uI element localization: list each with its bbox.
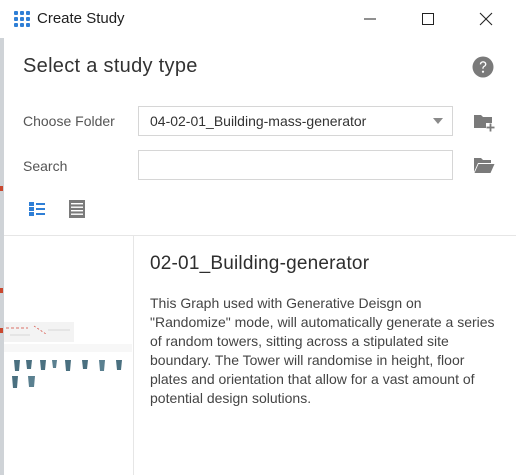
study-description: This Graph used with Generative Deisgn o… [150, 295, 495, 406]
list-view-icon[interactable] [67, 199, 87, 219]
study-title: 02-01_Building-generator [150, 253, 370, 274]
maximize-button[interactable] [405, 0, 451, 38]
app-grid-icon [14, 11, 30, 27]
open-folder-icon[interactable] [473, 155, 495, 175]
chevron-down-icon [433, 118, 443, 124]
study-thumbnail-image [4, 322, 132, 388]
close-button[interactable] [463, 0, 509, 38]
panel-divider [133, 236, 134, 475]
title-bar: Create Study [0, 0, 516, 38]
minimize-icon [364, 18, 376, 20]
maximize-icon [422, 13, 434, 25]
window-title: Create Study [37, 10, 125, 27]
minimize-button[interactable] [347, 0, 393, 38]
study-thumbnail[interactable] [4, 318, 132, 398]
search-input[interactable] [138, 150, 453, 180]
choose-folder-label: Choose Folder [23, 113, 115, 129]
new-folder-icon[interactable] [473, 111, 495, 133]
background-window-edge [0, 38, 4, 475]
folder-dropdown[interactable]: 04-02-01_Building-mass-generator [138, 106, 453, 136]
folder-dropdown-value: 04-02-01_Building-mass-generator [150, 113, 367, 129]
tile-view-icon[interactable] [28, 200, 46, 218]
close-icon [479, 12, 493, 26]
section-divider [4, 235, 516, 236]
search-label: Search [23, 158, 68, 174]
dialog-heading: Select a study type [23, 55, 198, 77]
question-circle-icon[interactable] [472, 56, 494, 78]
